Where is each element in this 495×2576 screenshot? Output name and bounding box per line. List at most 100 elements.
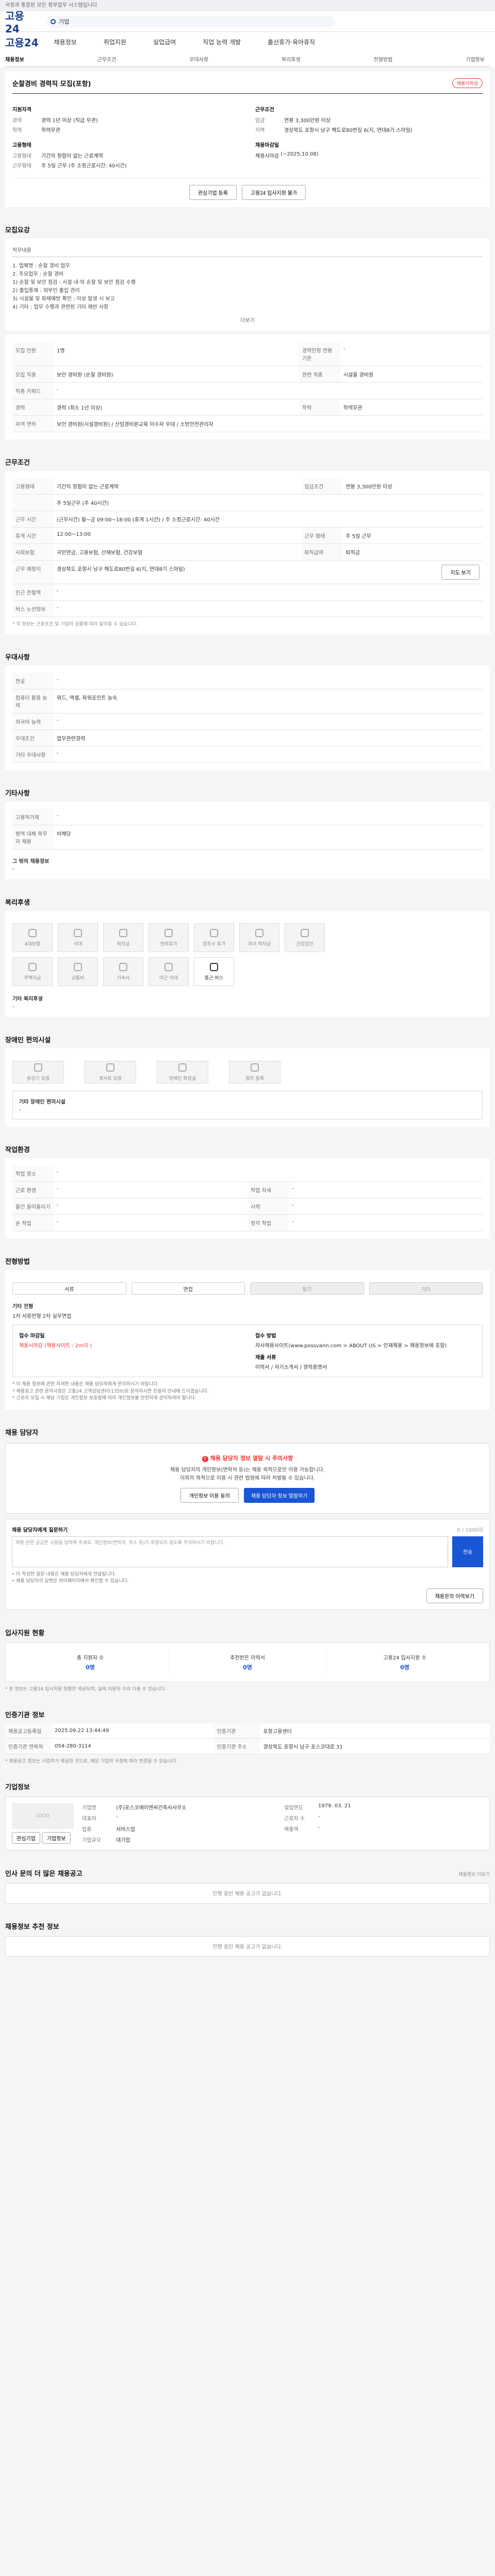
corp-key: 설립연도 (284, 1805, 303, 1811)
status-note: * 본 정보는 고용24 입사지원 현황만 제공되며, 실제 지원자 수와 다를… (5, 1686, 167, 1692)
row-value: 학력무관 (340, 399, 483, 416)
table-row: 기타 우대사항 - (12, 746, 483, 763)
method-document: 서류 (12, 1282, 126, 1295)
tab-welfare[interactable]: 복리후생 (282, 55, 301, 63)
qa-count: 0 / 1000자 (457, 1527, 483, 1533)
row-key: 인근 전철역 (12, 584, 54, 601)
table-row: 인증기관 연락처 054-280-3114 인증기관 주소 경상북도 포항시 남구 포… (5, 1738, 490, 1754)
search-input-value: 기업 (59, 18, 70, 25)
status-label: 추천받은 이력서 (230, 1655, 265, 1661)
row-key: 사회보험 (12, 544, 54, 561)
site-logo[interactable]: 고용24 (5, 8, 36, 35)
row-key: 물건 들어올리기 (12, 1198, 54, 1215)
status-value: 0명 (243, 1664, 252, 1671)
row-value: 경상북도 포항시 남구 포스코대로 31 (260, 1738, 490, 1754)
tab-conditions[interactable]: 근무조건 (97, 55, 117, 63)
map-button[interactable]: 지도 보기 (441, 565, 480, 580)
table-row: 근무 예정지 경상북도 포항시 남구 해도로80번길 6(지, 연대8기 스마일)… (12, 560, 483, 584)
menu-item-leave[interactable]: 출산휴가·육아휴직 (268, 38, 315, 46)
row-value: 기간의 정함이 없는 근로계약 (54, 478, 302, 495)
tab-preference[interactable]: 우대사항 (189, 55, 208, 63)
more-button[interactable]: 더보기 (12, 316, 483, 324)
row-value: 1명 (54, 342, 299, 366)
row-key: 고용허가제 (12, 809, 54, 825)
manager-warning: ! 채용 담당자 정보 열람 시 주의사항 채용 담당자의 개인정보(연락처 등)… (5, 1443, 490, 1514)
page-header: 고용24 채용정보 취업지원 실업급여 직업 능력 개발 출산휴가·육아휴직 채… (0, 32, 495, 67)
corp-info-button[interactable]: 기업정보 (42, 1832, 71, 1844)
stages-label: 기타 전형 (12, 1304, 34, 1310)
status-label: 총 지원자 수 (76, 1655, 104, 1661)
jobdesc-line: 4) 기타 : 업무 수행과 관련된 기타 제반 사항 (12, 304, 109, 310)
main-menu: 채용정보 취업지원 실업급여 직업 능력 개발 출산휴가·육아휴직 (54, 38, 316, 46)
pref-title: 우대사항 (5, 654, 30, 662)
welfare-item: 연차휴가 (148, 923, 189, 952)
menu-item-support[interactable]: 취업지원 (104, 38, 126, 46)
table-row: 외국어 능력 - (12, 713, 483, 730)
corp-interest-button[interactable]: 관심기업 (12, 1832, 40, 1844)
tab-company[interactable]: 기업정보 (466, 55, 485, 63)
row-key: 병역 대체 복무자 채용 (12, 825, 54, 850)
corp-key: 대표자 (82, 1816, 96, 1822)
menu-item-jobs[interactable]: 채용정보 (54, 38, 77, 46)
menu-item-benefits[interactable]: 실업급여 (153, 38, 176, 46)
row-key: 근무 예정지 (12, 560, 54, 584)
apply-info: 접수 마감일 채용시마감 (채용사이트 : 2m이 ) 접수 방법 자사채용사이… (12, 1325, 483, 1377)
qa-note: • 채용 담당자의 답변은 마이페이지에서 확인할 수 있습니다. (12, 1579, 129, 1584)
row-value: - (54, 1181, 248, 1198)
etc-title: 기타사항 (5, 790, 30, 798)
interest-button[interactable]: 관심기업 등록 (189, 185, 237, 200)
brand-title[interactable]: 고용24 (5, 35, 39, 49)
row-key: 작업 장소 (12, 1165, 54, 1182)
admin-title: 인증기관 정보 (5, 1711, 45, 1719)
workenv-table: 작업 장소 - 근로 환경 - 작업 자세 - 물건 들어올리기 - 시력 - 손 작업 - 청각… (12, 1165, 483, 1231)
work-title: 근무조건 (5, 459, 30, 467)
row-value: 2025.09.22 13:44:49 (52, 1723, 214, 1739)
search-input[interactable]: 기업 (46, 15, 335, 27)
severance-icon (119, 928, 127, 937)
table-row: 인근 전철역 - (12, 584, 483, 601)
table-row: 휴게 시간 12:00~13:00 근무 형태 주 5일 근무 (12, 527, 483, 544)
braille-block-icon (251, 1063, 259, 1072)
welfare-item: 주택자금 (12, 957, 53, 986)
tab-recruit[interactable]: 채용정보 (5, 55, 24, 63)
barrier-label: 승강기 있음 (26, 1076, 50, 1081)
barrier-card: 승강기 있음 경사로 있음 장애인 화장실 점자 블록 기타 장애인 편의시설 … (5, 1048, 490, 1127)
warning-title: 채용 담당자 정보 열람 시 주의사항 (210, 1454, 293, 1462)
tuition-icon (255, 928, 263, 937)
welfare-label: 경조사 휴가 (202, 941, 226, 947)
deadline-sub: (~2025.10.08) (280, 151, 319, 157)
status-value: 0명 (86, 1664, 95, 1671)
warning-line: 이외의 목적으로 이용 시 관련 법령에 따라 처벌될 수 있습니다. (180, 1475, 315, 1481)
search-icon (51, 19, 56, 24)
welfare-card: 4대보험 식대 퇴직금 연차휴가 경조사 휴가 자녀 학자금 건강검진 주택자금… (5, 911, 490, 1017)
row-value: 시설물 경비원 (340, 366, 483, 383)
recruit-table-card: 모집 인원 1명 경력인정 연봉 기준 - 모집 직종 보안 경비원 (순찰 경… (5, 335, 490, 439)
privacy-agree-button[interactable]: 개인정보 이용 동의 (180, 1487, 239, 1503)
apply-unavailable-button[interactable]: 고용24 입사지원 불가 (241, 185, 306, 200)
row-value: 주 5일 근무 (342, 527, 483, 544)
bus-icon (210, 962, 218, 971)
etc-extra-value: - (12, 867, 14, 872)
qa-textarea[interactable]: 채용 관련 궁금한 사항을 입력해 주세요. 개인정보(연락처, 주소 등)가 … (12, 1536, 448, 1567)
row-key: 손 작업 (12, 1214, 54, 1231)
warning-icon: ! (202, 1455, 208, 1462)
selection-card: 서류 면접 필기 기타 기타 전형 1차 서류전형 2차 실무면접 접수 마감일… (5, 1270, 490, 1410)
row-value: 포항고용센터 (260, 1723, 490, 1739)
view-manager-button[interactable]: 채용 담당자 정보 열람하기 (243, 1487, 315, 1503)
menu-item-training[interactable]: 직업 능력 개발 (203, 38, 241, 46)
family-event-icon (210, 928, 218, 937)
qa-submit-button[interactable]: 전송 (452, 1536, 483, 1567)
apply-label: 지원자격 (12, 107, 31, 113)
table-row: 작업 장소 - (12, 1165, 483, 1182)
qa-history-button[interactable]: 채용문의 이력보기 (426, 1588, 483, 1603)
corp-value: 대기업 (116, 1838, 130, 1844)
admin-note: * 채용공고 정보는 사업주가 제공한 것으로, 해당 기업의 사정에 따라 변… (5, 1758, 178, 1764)
welfare-item: 식대 (58, 923, 98, 952)
tab-selection[interactable]: 전형방법 (374, 55, 393, 63)
barrier-grid: 승강기 있음 경사로 있음 장애인 화장실 점자 블록 (12, 1061, 483, 1083)
same-company-more[interactable]: 채용정보 더보기 (458, 1871, 490, 1877)
table-row: 직종 키워드 - (12, 382, 483, 399)
row-value: 보안 경비원(시설경비원) / 신임경비원교육 이수자 우대 / 소방안전관리자 (54, 415, 483, 432)
company-logo: LOGO (12, 1803, 74, 1829)
row-key: 전공 (12, 673, 54, 689)
